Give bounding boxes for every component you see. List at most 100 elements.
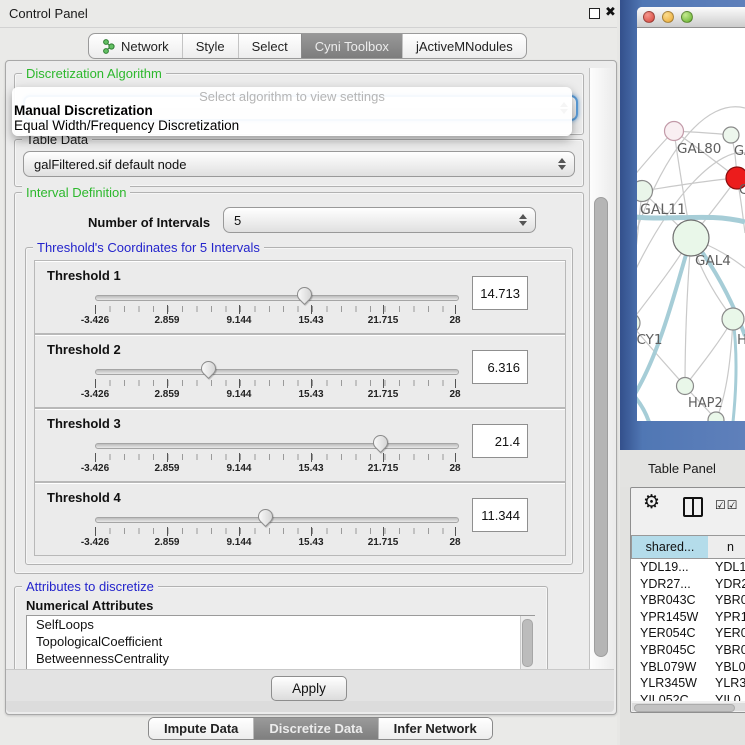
network-desktop: GAL80GACGAL11GAL4GCY1HHAP2 (620, 0, 745, 450)
apply-button[interactable]: Apply (271, 676, 347, 701)
table-row[interactable]: YPR145WYPR1 (631, 609, 745, 626)
tab-network[interactable]: Network (89, 34, 182, 58)
network-window-titlebar[interactable] (637, 7, 745, 28)
slider-thumb[interactable] (255, 506, 276, 527)
node-label: H (737, 332, 745, 348)
slider-thumb[interactable] (294, 284, 315, 305)
network-node[interactable] (723, 127, 739, 143)
network-edge[interactable] (685, 319, 733, 386)
table-data-combobox[interactable]: galFiltered.sif default node (23, 151, 575, 177)
float-window-icon[interactable] (589, 8, 600, 19)
node-label: GCY1 (637, 332, 663, 348)
major-tick-mark (383, 453, 384, 462)
network-node[interactable] (673, 220, 709, 256)
major-tick-mark (95, 379, 96, 388)
tab-select[interactable]: Select (238, 34, 301, 58)
threshold-panel: Threshold 2 -3.4262.8599.14415.4321.7152… (34, 334, 566, 408)
threshold-value-field[interactable]: 6.316 (472, 350, 528, 384)
table-row[interactable]: YER054CYER0 (631, 625, 745, 642)
close-traffic-light-icon[interactable] (643, 11, 655, 23)
network-view-window: GAL80GACGAL11GAL4GCY1HHAP2 (637, 7, 745, 421)
slider-track[interactable] (95, 443, 459, 449)
tab-infer-network[interactable]: Infer Network (378, 718, 492, 739)
network-node[interactable] (665, 122, 684, 141)
network-edge-thick[interactable] (733, 319, 736, 421)
threshold-panel: Threshold 3 -3.4262.8599.14415.4321.7152… (34, 408, 566, 482)
major-tick-mark (95, 453, 96, 462)
table-row[interactable]: YDL19...YDL1 (631, 559, 745, 576)
threshold-label: Threshold 4 (47, 490, 121, 505)
threshold-label: Threshold 3 (47, 416, 121, 431)
network-edge-thick[interactable] (637, 388, 649, 421)
combo-value: galFiltered.sif default node (34, 157, 186, 172)
tab-style[interactable]: Style (182, 34, 238, 58)
tick-label: -3.426 (81, 463, 109, 474)
table-row[interactable]: YLR345WYLR3 (631, 675, 745, 692)
threshold-label: Threshold 2 (47, 342, 121, 357)
table-row[interactable]: YDR27...YDR2 (631, 576, 745, 593)
major-tick-mark (311, 379, 312, 388)
table-header-row: shared... n (631, 535, 745, 559)
table-rows[interactable]: YDL19...YDL1YDR27...YDR2YBR043CYBR0YPR14… (631, 559, 745, 701)
network-canvas[interactable]: GAL80GACGAL11GAL4GCY1HHAP2 (637, 28, 745, 421)
threshold-value-field[interactable]: 11.344 (472, 498, 528, 532)
slider-thumb[interactable] (370, 432, 391, 453)
attribute-list-item[interactable]: BetweennessCentrality (27, 650, 534, 667)
tab-label: Discretize Data (269, 721, 362, 736)
major-tick-mark (167, 453, 168, 462)
node-label: HAP2 (688, 396, 723, 411)
table-row[interactable]: YBL079WYBL0 (631, 659, 745, 676)
tab-label: Impute Data (164, 721, 238, 736)
dropdown-item-manual-discretization[interactable]: Manual Discretization (14, 103, 153, 118)
node-label: C (739, 183, 745, 198)
tick-label: 2.859 (154, 389, 179, 400)
column-header-name[interactable]: n (708, 535, 745, 559)
network-node[interactable] (637, 181, 653, 202)
tab-cyni-toolbox[interactable]: Cyni Toolbox (301, 34, 402, 58)
threshold-value-field[interactable]: 14.713 (472, 276, 528, 310)
network-node[interactable] (677, 378, 694, 395)
column-header-shared[interactable]: shared... (631, 535, 709, 559)
cell-shared-name: YDL19... (640, 560, 689, 574)
close-icon[interactable]: ✖ (605, 4, 616, 20)
num-intervals-label: Number of Intervals (88, 215, 210, 230)
slider-track[interactable] (95, 369, 459, 375)
table-row[interactable]: YBR045CYBR0 (631, 642, 745, 659)
network-node[interactable] (722, 308, 744, 330)
tab-discretize-data[interactable]: Discretize Data (253, 718, 377, 739)
select-columns-icon[interactable]: ☑☑ (715, 498, 739, 512)
attribute-list-item[interactable]: TopologicalCoefficient (27, 633, 534, 650)
threshold-value-field[interactable]: 21.4 (472, 424, 528, 458)
cell-name: YBR0 (715, 593, 745, 607)
tab-impute-data[interactable]: Impute Data (149, 718, 253, 739)
numerical-attributes-list[interactable]: SelfLoopsTopologicalCoefficientBetweenne… (26, 615, 535, 670)
top-tabstrip: Network Style Select Cyni Toolbox jActiv… (88, 33, 527, 59)
slider-ticks (95, 454, 457, 460)
tick-label: 15.43 (298, 537, 323, 548)
split-columns-icon[interactable] (683, 497, 703, 517)
node-table: ⚙ ☑☑ shared... n YDL19...YDL1YDR27...YDR… (630, 487, 745, 713)
panel-scrollbar-thumb[interactable] (594, 197, 608, 657)
cell-shared-name: YBL079W (640, 660, 696, 674)
tick-label: 21.715 (368, 463, 399, 474)
num-intervals-combobox[interactable]: 5 (223, 207, 536, 233)
network-node[interactable] (637, 313, 640, 333)
table-row[interactable]: YBR043CYBR0 (631, 592, 745, 609)
zoom-traffic-light-icon[interactable] (681, 11, 693, 23)
slider-ticks (95, 528, 457, 534)
table-hscrollbar-thumb[interactable] (634, 704, 735, 712)
dropdown-item-equal-width-frequency[interactable]: Equal Width/Frequency Discretization (14, 118, 239, 133)
gear-icon[interactable]: ⚙ (643, 491, 660, 514)
threshold-label: Threshold 1 (47, 268, 121, 283)
slider-ticks (95, 380, 457, 386)
tick-label: 9.144 (226, 463, 251, 474)
table-row[interactable]: YIL052CYIL0 (631, 692, 745, 701)
slider-track[interactable] (95, 295, 459, 301)
slider-track[interactable] (95, 517, 459, 523)
tab-jactivemnodules[interactable]: jActiveMNodules (402, 34, 526, 58)
minimize-traffic-light-icon[interactable] (662, 11, 674, 23)
network-edge-thick[interactable] (637, 244, 689, 400)
slider-thumb[interactable] (197, 358, 218, 379)
attribute-list-item[interactable]: SelfLoops (27, 616, 534, 633)
attributes-scrollbar-thumb[interactable] (522, 619, 533, 667)
